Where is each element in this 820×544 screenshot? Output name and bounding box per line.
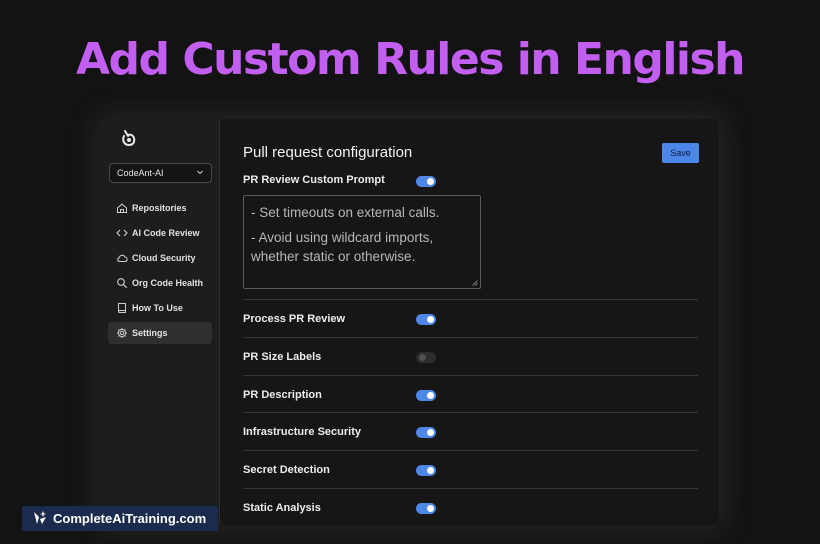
setting-row-pr-size-labels: PR Size Labels — [243, 337, 698, 375]
home-icon — [117, 203, 127, 213]
cloud-icon — [117, 254, 128, 262]
setting-label: Process PR Review — [243, 313, 346, 325]
sidebar-item-repositories[interactable]: Repositories — [108, 197, 212, 219]
setting-row-pr-description: PR Description — [243, 375, 698, 413]
prompt-line: - Avoid using wildcard imports, whether … — [251, 230, 434, 264]
setting-row-static-analysis: Static Analysis — [243, 488, 698, 525]
custom-prompt-textarea[interactable]: - Set timeouts on external calls. - Avoi… — [243, 195, 481, 289]
setting-label: Static Analysis — [243, 502, 321, 514]
toggle-knob — [419, 354, 426, 361]
process-pr-review-toggle[interactable] — [416, 314, 436, 325]
code-icon — [116, 229, 128, 237]
pr-size-labels-toggle[interactable] — [416, 352, 436, 363]
codeant-logo-icon — [122, 130, 136, 147]
secret-detection-toggle[interactable] — [416, 465, 436, 476]
setting-row-secret-detection: Secret Detection — [243, 450, 698, 488]
prompt-line: - Set timeouts on external calls. — [251, 205, 440, 220]
gear-icon — [117, 328, 127, 338]
sidebar-item-label: Org Code Health — [132, 278, 204, 288]
custom-prompt-label: PR Review Custom Prompt — [243, 174, 385, 186]
setting-label: PR Size Labels — [243, 351, 322, 363]
pr-description-toggle[interactable] — [416, 390, 436, 401]
sidebar-item-label: Repositories — [132, 203, 187, 213]
static-analysis-toggle[interactable] — [416, 503, 436, 514]
setting-label: Secret Detection — [243, 464, 330, 476]
save-button[interactable]: Save — [662, 143, 699, 163]
page-title: Pull request configuration — [243, 144, 413, 161]
app-window: CodeAnt-AI Repositories AI Code Review C… — [101, 119, 719, 525]
toggle-knob — [427, 178, 434, 185]
sidebar-item-label: Settings — [132, 328, 168, 338]
sidebar-item-cloud-security[interactable]: Cloud Security — [108, 247, 212, 269]
watermark-badge: CompleteAiTraining.com — [22, 506, 218, 531]
toggle-knob — [427, 316, 434, 323]
sidebar: CodeAnt-AI Repositories AI Code Review C… — [101, 119, 220, 525]
setting-label: Infrastructure Security — [243, 426, 361, 438]
toggle-knob — [427, 392, 434, 399]
search-icon — [117, 278, 128, 289]
sidebar-item-settings[interactable]: Settings — [108, 322, 212, 344]
sidebar-item-label: AI Code Review — [132, 228, 200, 238]
toggle-knob — [427, 429, 434, 436]
sidebar-item-ai-code-review[interactable]: AI Code Review — [108, 222, 212, 244]
toggle-knob — [427, 505, 434, 512]
setting-label: PR Description — [243, 389, 322, 401]
watermark-text: CompleteAiTraining.com — [53, 511, 207, 526]
page-headline: Add Custom Rules in English — [75, 34, 746, 85]
sidebar-item-label: How To Use — [132, 303, 183, 313]
sidebar-nav: Repositories AI Code Review Cloud Securi… — [108, 197, 212, 347]
org-selector-value: CodeAnt-AI — [117, 168, 164, 178]
book-icon — [118, 303, 126, 313]
settings-panel: Pull request configuration Save PR Revie… — [243, 119, 699, 525]
infrastructure-security-toggle[interactable] — [416, 427, 436, 438]
sparkle-logo-icon — [34, 511, 47, 524]
sidebar-item-label: Cloud Security — [132, 253, 196, 263]
resize-handle-icon[interactable] — [472, 280, 478, 286]
setting-row-infrastructure-security: Infrastructure Security — [243, 412, 698, 450]
setting-row-process-pr-review: Process PR Review — [243, 299, 698, 337]
sidebar-item-how-to-use[interactable]: How To Use — [108, 297, 212, 319]
custom-prompt-toggle[interactable] — [416, 176, 436, 187]
chevron-down-icon — [197, 170, 203, 175]
toggle-knob — [427, 467, 434, 474]
org-selector[interactable]: CodeAnt-AI — [109, 163, 212, 183]
sidebar-item-org-code-health[interactable]: Org Code Health — [108, 272, 212, 294]
